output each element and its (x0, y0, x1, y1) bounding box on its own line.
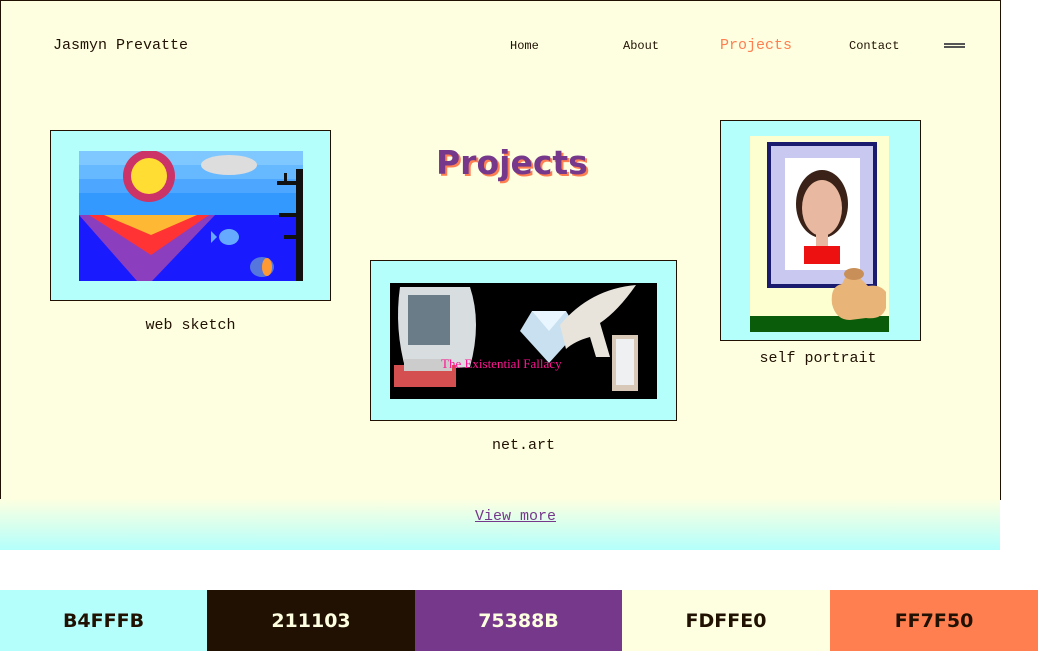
project-caption-self-portrait: self portrait (759, 350, 877, 367)
palette-swatch-5: FF7F50 (830, 590, 1038, 651)
project-card-net-art[interactable]: The Existential Fallacy (370, 260, 677, 421)
nav-contact[interactable]: Contact (849, 39, 899, 53)
nav-projects[interactable]: Projects (720, 37, 792, 54)
palette-swatch-2: 211103 (207, 590, 415, 651)
nav-about[interactable]: About (623, 39, 659, 53)
self-portrait-image (750, 136, 889, 332)
net-art-collage-image (390, 283, 657, 399)
hamburger-menu-icon[interactable] (944, 43, 965, 49)
project-card-self-portrait[interactable] (720, 120, 921, 341)
project-caption-web-sketch: web sketch (145, 317, 236, 334)
nav-home[interactable]: Home (510, 39, 539, 53)
web-sketch-image (79, 151, 303, 281)
view-more-link[interactable]: View more (475, 508, 556, 525)
palette-swatch-4: FDFFE0 (622, 590, 830, 651)
project-caption-net-art: net.art (491, 437, 555, 454)
palette-swatch-1: B4FFFB (0, 590, 207, 651)
site-brand[interactable]: Jasmyn Prevatte (53, 37, 188, 54)
palette-swatch-3: 75388B (415, 590, 622, 651)
project-card-web-sketch[interactable] (50, 130, 331, 301)
net-art-image-text: The Existential Fallacy (441, 356, 562, 371)
page-title: Projects (436, 143, 588, 182)
